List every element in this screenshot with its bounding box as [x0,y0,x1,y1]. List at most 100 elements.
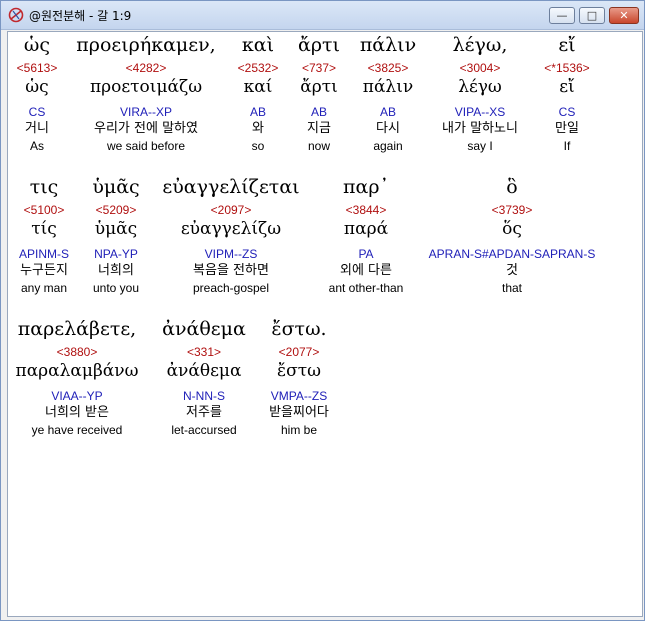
korean-gloss: 내가 말하노니 [442,121,518,136]
interlinear-panel: ὡς <5613> ὡς CS 거니 As προειρήκαμεν, <428… [7,31,643,617]
korean-gloss: 우리가 전에 말하였 [94,121,198,136]
word-column[interactable]: εὐαγγελίζεται <2097> εὐαγγελίζω VIPM--ZS… [156,174,306,296]
korean-gloss: 다시 [376,121,400,136]
morphology-code: NPA-YP [94,247,138,261]
strong-number: <331> [186,345,222,359]
korean-gloss: 지금 [307,121,331,136]
english-gloss: As [29,139,44,153]
korean-gloss: 와 [252,121,264,136]
english-gloss: ye have received [31,423,123,437]
lemma: λέγω [458,77,502,97]
greek-word: εὐαγγελίζεται [162,176,300,198]
greek-word: λέγω, [452,34,508,56]
english-gloss: that [501,281,522,295]
window-title: @원전분해 - 갈 1:9 [29,9,132,23]
morphology-code: VIPA--XS [454,105,506,119]
strong-number: <*1536> [544,61,590,75]
greek-word: παρ᾽ [343,176,389,198]
english-gloss: any man [20,281,68,295]
word-column[interactable]: τις <5100> τίς APINM-S 누구든지 any man [12,174,76,296]
lemma: ὡς [25,77,49,97]
english-gloss: let-accursed [171,423,237,437]
korean-gloss: 누구든지 [20,263,68,278]
app-logo-icon [8,7,24,23]
strong-number: <5209> [95,203,137,217]
strong-number: <2097> [210,203,252,217]
korean-gloss: 외에 다른 [340,263,392,278]
minimize-button[interactable]: — [549,7,575,24]
korean-gloss: 저주를 [186,405,222,420]
strong-number: <737> [301,61,337,75]
minimize-icon: — [556,9,568,22]
morphology-code: APINM-S [18,247,69,261]
strong-number: <3739> [491,203,533,217]
lemma: καί [243,77,273,97]
lemma: ἀνάθεμα [166,361,242,381]
korean-gloss: 거니 [25,121,49,136]
morphology-code: AB [249,105,266,119]
lemma: προετοιμάζω [89,77,203,97]
greek-word: παρελάβετε, [17,318,137,340]
strong-number: <5100> [23,203,65,217]
english-gloss: say I [467,139,493,153]
morphology-code: CS [558,105,576,119]
lemma: πάλιν [362,77,414,97]
english-gloss: so [251,139,265,153]
word-column[interactable]: καὶ <2532> καί AB 와 so [226,32,290,154]
morphology-code: VIAA--YP [51,389,103,403]
strong-number: <3004> [459,61,501,75]
strong-number: <2532> [237,61,279,75]
english-gloss: again [373,139,403,153]
english-gloss: him be [280,423,318,437]
english-gloss: If [563,139,571,153]
greek-word: ὃ [506,176,518,198]
greek-word: τις [29,176,59,198]
greek-word: ὡς [23,34,51,56]
lemma: εἴ [559,77,575,97]
korean-gloss: 너희의 받은 [45,405,109,420]
morphology-code: AB [379,105,396,119]
lemma: εὐαγγελίζω [180,219,282,239]
greek-word: πάλιν [359,34,417,56]
maximize-icon: □ [586,9,598,22]
close-button[interactable]: ✕ [609,7,639,24]
word-column[interactable]: ὃ <3739> ὅς APRAN-S#APDAN-SAPRAN-S 것 tha… [418,174,606,296]
korean-gloss: 너희의 [98,263,134,278]
greek-word: ὑμᾶς [92,176,140,198]
lemma: τίς [31,219,57,239]
greek-word: εἴ [558,34,576,56]
lemma: ἄρτι [300,77,338,97]
word-column[interactable]: πάλιν <3825> πάλιν AB 다시 again [348,32,428,154]
korean-gloss: 만일 [555,121,579,136]
maximize-button[interactable]: □ [579,7,605,24]
word-column[interactable]: προειρήκαμεν, <4282> προετοιμάζω VIRA--X… [66,32,226,154]
morphology-code: VIPM--ZS [204,247,258,261]
english-gloss: unto you [92,281,140,295]
strong-number: <3844> [345,203,387,217]
close-icon: ✕ [619,9,629,22]
word-column[interactable]: ἔστω. <2077> ἔστω VMPA--ZS 받을찌어다 him be [254,316,344,438]
english-gloss: we said before [106,139,186,153]
word-column[interactable]: ὑμᾶς <5209> ὑμᾶς NPA-YP 너희의 unto you [76,174,156,296]
word-column[interactable]: ὡς <5613> ὡς CS 거니 As [8,32,66,154]
greek-word: ἄρτι [298,34,340,56]
strong-number: <4282> [125,61,167,75]
morphology-code: AB [310,105,327,119]
word-column[interactable]: ἀνάθεμα <331> ἀνάθεμα N-NN-S 저주를 let-acc… [154,316,254,438]
morphology-code: VIRA--XP [119,105,172,119]
morphology-code: CS [28,105,46,119]
greek-word: ἔστω. [271,318,327,340]
word-column[interactable]: παρελάβετε, <3880> παραλαμβάνω VIAA--YP … [10,316,144,438]
word-column[interactable]: παρ᾽ <3844> παρά PA 외에 다른 ant other-than [306,174,426,296]
word-column[interactable]: λέγω, <3004> λέγω VIPA--XS 내가 말하노니 say I [428,32,532,154]
strong-number: <3825> [367,61,409,75]
title-bar[interactable]: @원전분해 - 갈 1:9 — □ ✕ [1,1,644,30]
morphology-code: N-NN-S [183,389,225,403]
english-gloss: ant other-than [328,281,404,295]
greek-word: προειρήκαμεν, [76,34,216,56]
korean-gloss: 복음을 전하면 [193,263,269,278]
word-column[interactable]: ἄρτι <737> ἄρτι AB 지금 now [290,32,348,154]
lemma: ὅς [502,219,522,239]
word-column[interactable]: εἴ <*1536> εἴ CS 만일 If [532,32,602,154]
morphology-code: PA [358,247,374,261]
